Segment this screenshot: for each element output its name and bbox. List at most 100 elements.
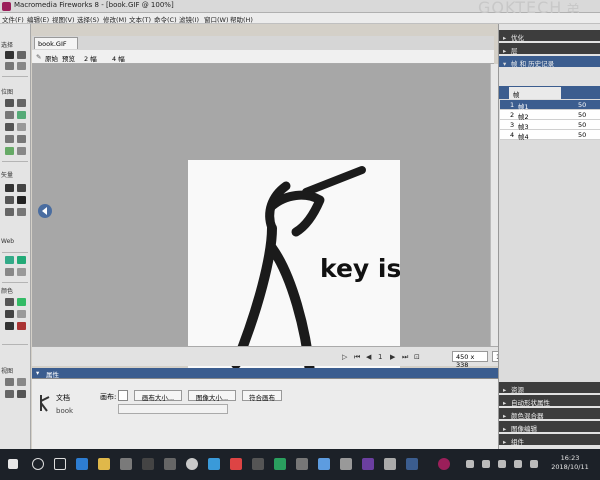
first-frame-icon[interactable]: ⏮ (354, 353, 360, 362)
tray-icon[interactable] (498, 460, 506, 468)
vertical-scrollbar[interactable] (490, 64, 498, 346)
menu-select[interactable]: 选择(S) (77, 14, 99, 24)
lasso-tool-icon[interactable] (17, 99, 26, 107)
app-icon[interactable] (340, 458, 352, 470)
fireworks-taskbar-icon[interactable] (438, 458, 450, 470)
menu-edit[interactable]: 编辑(E) (27, 14, 49, 24)
app-icon[interactable] (274, 458, 286, 470)
next-frame-icon[interactable]: ▶ (390, 353, 395, 361)
menu-filters[interactable]: 滤镜(I) (179, 14, 199, 24)
image-edit-header[interactable]: ▸ 图像编辑 (499, 421, 600, 433)
edge-browser-icon[interactable] (76, 458, 88, 470)
eyedropper-icon[interactable] (5, 298, 14, 306)
menu-commands[interactable]: 命令(C) (154, 14, 177, 24)
paint-bucket-icon[interactable] (17, 298, 26, 306)
volume-icon[interactable] (530, 460, 538, 468)
swap-colors-icon[interactable] (17, 322, 26, 330)
frame-row[interactable]: 2 帧2 50 (500, 110, 600, 121)
magic-wand-icon[interactable] (5, 111, 14, 119)
marquee-tool-icon[interactable] (5, 99, 14, 107)
canvas-color-swatch[interactable] (118, 390, 128, 401)
menu-file[interactable]: 文件(F) (2, 14, 24, 24)
canvas-size-button[interactable]: 画布大小... (134, 390, 182, 402)
collapse-panel-icon[interactable] (38, 204, 52, 218)
menu-text[interactable]: 文本(T) (129, 14, 151, 24)
canvas-options-dropdown[interactable] (118, 404, 228, 414)
zoom-tool-icon[interactable] (17, 390, 26, 398)
brush-tool-icon[interactable] (17, 111, 26, 119)
task-view-icon[interactable] (54, 458, 66, 470)
scale-tool-icon[interactable] (5, 62, 14, 70)
line-tool-icon[interactable] (5, 184, 14, 192)
document-tab[interactable]: book.GIF (34, 37, 78, 49)
assets-panel-header[interactable]: ▸ 资源 (499, 382, 600, 394)
eraser-tool-icon[interactable] (17, 123, 26, 131)
app-icon[interactable] (186, 458, 198, 470)
play-icon[interactable]: ▷ (342, 353, 347, 361)
view-original-button[interactable]: 原始 (45, 53, 58, 63)
red-eye-icon[interactable] (17, 147, 26, 155)
export-icon[interactable]: ⊡ (414, 353, 420, 361)
rubber-stamp-icon[interactable] (17, 135, 26, 143)
menu-modify[interactable]: 修改(M) (103, 14, 127, 24)
taskbar-clock[interactable]: 16:23 2018/10/11 (548, 454, 592, 472)
app-icon[interactable] (142, 458, 154, 470)
tray-icon[interactable] (466, 460, 474, 468)
fill-color-icon[interactable] (17, 310, 26, 318)
menu-help[interactable]: 帮助(H) (230, 14, 253, 24)
color-mixer-header[interactable]: ▸ 颜色混合器 (499, 408, 600, 420)
cortana-icon[interactable] (32, 458, 44, 470)
rectangle-tool-icon[interactable] (5, 196, 14, 204)
app-icon[interactable] (384, 458, 396, 470)
network-icon[interactable] (514, 460, 522, 468)
image-size-button[interactable]: 图像大小... (188, 390, 236, 402)
text-tool-icon[interactable] (17, 196, 26, 204)
optimize-panel-header[interactable]: ▸ 优化 (499, 30, 600, 42)
stroke-color-icon[interactable] (5, 310, 14, 318)
replace-color-icon[interactable] (5, 147, 14, 155)
hand-tool-icon[interactable] (5, 390, 14, 398)
crop-tool-icon[interactable] (17, 62, 26, 70)
app-icon[interactable] (164, 458, 176, 470)
menu-view[interactable]: 视图(V) (52, 14, 75, 24)
fit-canvas-button[interactable]: 符合画布 (242, 390, 282, 402)
full-screen-icon[interactable] (17, 378, 26, 386)
app-icon[interactable] (362, 458, 374, 470)
app-icon[interactable] (406, 458, 418, 470)
slice-tool-icon[interactable] (17, 256, 26, 264)
frames-history-header[interactable]: ▾ 帧 和 历史记录 (499, 56, 600, 68)
app-icon[interactable] (318, 458, 330, 470)
file-explorer-icon[interactable] (98, 458, 110, 470)
freeform-tool-icon[interactable] (5, 208, 14, 216)
app-icon[interactable] (252, 458, 264, 470)
app-icon[interactable] (208, 458, 220, 470)
store-icon[interactable] (120, 458, 132, 470)
frame-row-selected[interactable]: 1 帧1 50 (500, 100, 600, 111)
screen-mode-icon[interactable] (5, 378, 14, 386)
prev-frame-icon[interactable]: ◀ (366, 353, 371, 361)
canvas-area[interactable]: key is: (32, 64, 492, 386)
properties-panel-header[interactable]: ▾ 属性 (32, 368, 498, 379)
auto-shape-props-header[interactable]: ▸ 自动形状属性 (499, 395, 600, 407)
subselect-tool-icon[interactable] (17, 51, 26, 59)
frame-row[interactable]: 4 帧4 50 (500, 130, 600, 141)
pen-tool-icon[interactable] (17, 184, 26, 192)
view-2up-button[interactable]: 2 幅 (84, 53, 97, 63)
menu-window[interactable]: 窗口(W) (204, 14, 229, 24)
app-icon[interactable] (296, 458, 308, 470)
show-slices-icon[interactable] (17, 268, 26, 276)
hotspot-tool-icon[interactable] (5, 256, 14, 264)
app-icon[interactable] (230, 458, 242, 470)
components-header[interactable]: ▸ 组件 (499, 434, 600, 446)
pointer-tool-icon[interactable] (5, 51, 14, 59)
pencil-tool-icon[interactable] (5, 123, 14, 131)
frame-row[interactable]: 3 帧3 50 (500, 120, 600, 131)
layers-panel-header[interactable]: ▸ 层 (499, 43, 600, 55)
hide-slices-icon[interactable] (5, 268, 14, 276)
view-4up-button[interactable]: 4 幅 (112, 53, 125, 63)
default-colors-icon[interactable] (5, 322, 14, 330)
knife-tool-icon[interactable] (17, 208, 26, 216)
view-preview-button[interactable]: 预览 (62, 53, 75, 63)
blur-tool-icon[interactable] (5, 135, 14, 143)
tray-icon[interactable] (482, 460, 490, 468)
